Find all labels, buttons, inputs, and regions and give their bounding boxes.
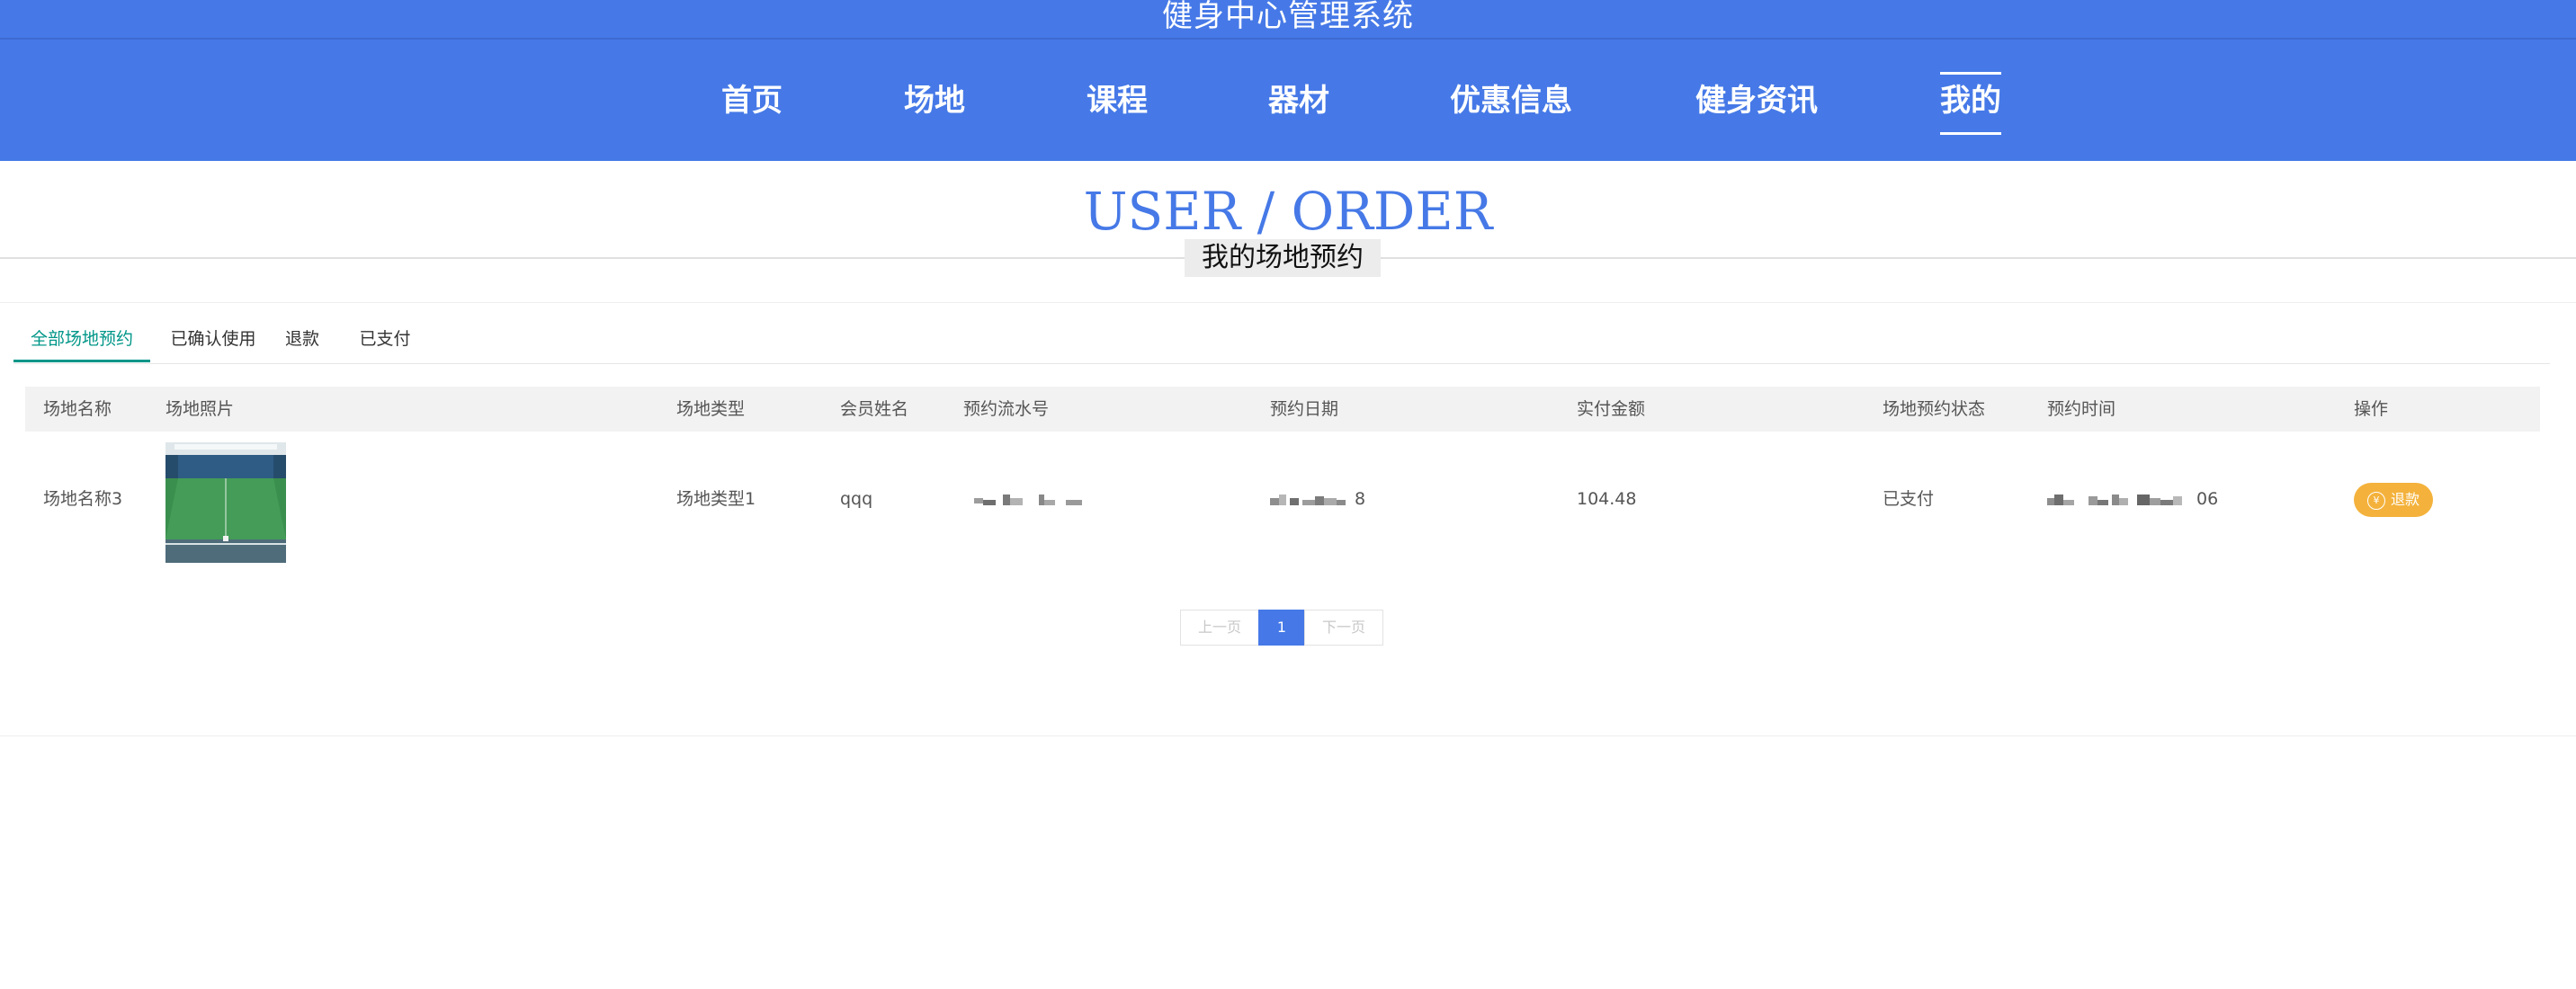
cell-amount-paid: 104.48 xyxy=(1577,489,1637,509)
prev-page-button[interactable]: 上一页 xyxy=(1180,610,1259,646)
col-actions: 操作 xyxy=(2354,399,2389,419)
venue-image xyxy=(165,442,286,563)
col-booking-status: 场地预约状态 xyxy=(1883,399,1986,419)
cell-venue-name: 场地名称3 xyxy=(43,489,123,509)
col-member-name: 会员姓名 xyxy=(840,399,909,419)
table-row: 场地名称3 场地类型1 qqq 8 104.48 已支付 06 ¥ 退款 xyxy=(25,432,2540,566)
redacted-serial xyxy=(974,494,1082,505)
nav-item-course[interactable]: 课程 xyxy=(1087,72,1148,129)
nav-item-venue[interactable]: 场地 xyxy=(904,72,965,129)
nav-item-equipment[interactable]: 器材 xyxy=(1268,72,1329,129)
tab-refund[interactable]: 退款 xyxy=(280,324,325,361)
tab-all-bookings[interactable]: 全部场地预约 xyxy=(13,324,150,362)
col-venue-type: 场地类型 xyxy=(676,399,746,419)
col-serial-number: 预约流水号 xyxy=(963,399,1050,419)
app-title-bar: 健身中心管理系统 xyxy=(0,0,2576,40)
col-venue-photo: 场地照片 xyxy=(165,399,235,419)
main-nav: 首页 场地 课程 器材 优惠信息 健身资讯 我的 xyxy=(0,40,2576,161)
cell-serial-number xyxy=(974,432,1091,566)
page-1-button[interactable]: 1 xyxy=(1258,610,1305,646)
yen-icon: ¥ xyxy=(2366,491,2385,510)
cell-venue-type: 场地类型1 xyxy=(676,489,756,509)
venue-photo xyxy=(165,442,286,563)
col-booking-time: 预约时间 xyxy=(2047,399,2116,419)
cell-booking-time: 06 xyxy=(2047,432,2218,566)
section-divider xyxy=(0,302,2576,303)
order-tabs: 全部场地预约 已确认使用 退款 已支付 xyxy=(13,324,2550,364)
tab-confirmed[interactable]: 已确认使用 xyxy=(168,324,258,361)
col-venue-name: 场地名称 xyxy=(43,399,112,419)
cell-booking-date: 8 xyxy=(1270,432,1365,566)
cell-member-name: qqq xyxy=(840,489,873,509)
refund-button-label: 退款 xyxy=(2390,491,2419,508)
app-title: 健身中心管理系统 xyxy=(1162,0,1414,34)
nav-item-mine[interactable]: 我的 xyxy=(1940,72,2001,135)
nav-item-fitness-news[interactable]: 健身资讯 xyxy=(1695,72,1818,129)
refund-button[interactable]: ¥ 退款 xyxy=(2354,483,2433,517)
footer-divider xyxy=(0,735,2576,736)
redacted-date xyxy=(1270,494,1346,505)
cell-booking-status: 已支付 xyxy=(1883,489,1935,509)
next-page-button[interactable]: 下一页 xyxy=(1304,610,1383,646)
page-title-en: USER / ORDER xyxy=(1083,181,1493,242)
nav-item-promotions[interactable]: 优惠信息 xyxy=(1450,72,1572,129)
table-header: 场地名称 场地照片 场地类型 会员姓名 预约流水号 预约日期 实付金额 场地预约… xyxy=(25,387,2540,432)
col-amount-paid: 实付金额 xyxy=(1577,399,1646,419)
col-booking-date: 预约日期 xyxy=(1270,399,1339,419)
redacted-time xyxy=(2047,494,2182,505)
tab-paid[interactable]: 已支付 xyxy=(354,324,416,361)
page-title-cn: 我的场地预约 xyxy=(1185,239,1381,277)
time-tail: 06 xyxy=(2196,489,2219,509)
nav-item-home[interactable]: 首页 xyxy=(721,72,783,129)
date-tail: 8 xyxy=(1355,489,1366,509)
